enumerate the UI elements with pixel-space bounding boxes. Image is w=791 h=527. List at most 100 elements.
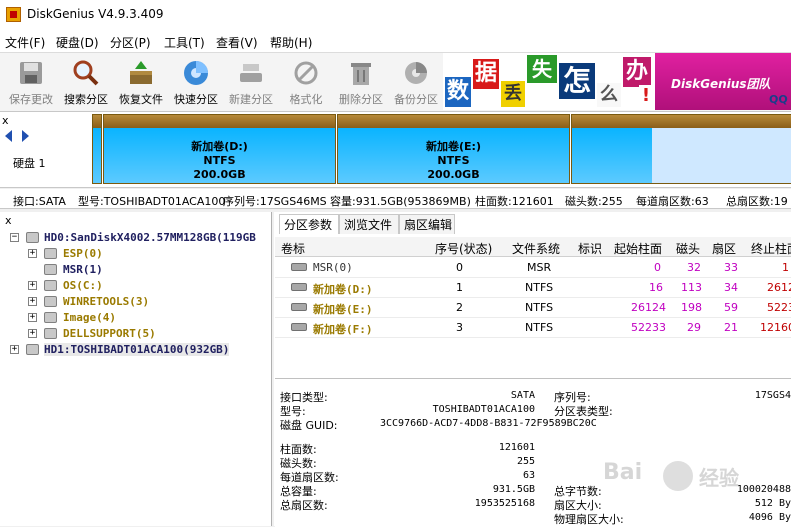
recover-files-button[interactable]: 恢复文件: [114, 53, 168, 111]
close-icon[interactable]: x: [2, 114, 9, 127]
quick-partition-icon: [184, 61, 208, 85]
partition-fs: NTFS: [203, 154, 236, 167]
recover-box-icon: [130, 61, 152, 84]
delete-partition-button[interactable]: 删除分区: [334, 53, 388, 111]
promo-banner[interactable]: 数 据 丢 失 怎 么 办 ! DiskGenius团队 QQ: [443, 53, 791, 110]
table-row[interactable]: MSR(0) 0 MSR 0 32 33 1: [275, 258, 791, 278]
menu-view[interactable]: 查看(V): [216, 34, 258, 51]
expand-icon[interactable]: +: [28, 297, 37, 306]
partition-block-f[interactable]: [571, 114, 791, 184]
menu-disk[interactable]: 硬盘(D): [56, 34, 99, 51]
toolbar-label: 搜索分区: [64, 93, 108, 106]
column-header-sector[interactable]: 扇区: [712, 240, 736, 257]
detail-value: TOSHIBADT01ACA100: [432, 404, 535, 415]
menu-tools[interactable]: 工具(T): [164, 34, 205, 51]
menu-file[interactable]: 文件(F): [5, 34, 45, 51]
tree-item-esp[interactable]: + ESP(0): [0, 246, 270, 262]
toolbar-label: 备份分区: [394, 93, 438, 106]
backup-icon: [405, 62, 427, 84]
partition-block-d[interactable]: 新加卷(D:) NTFS 200.0GB: [103, 114, 336, 184]
cell-index: 1: [456, 281, 463, 294]
table-row[interactable]: 新加卷(E:) 2 NTFS 26124 198 59 5223: [275, 298, 791, 318]
quick-partition-button[interactable]: 快速分区: [169, 53, 223, 111]
tree-item-label: Image(4): [63, 311, 116, 324]
disk-icon: [26, 344, 39, 355]
next-disk-icon[interactable]: [22, 130, 29, 142]
cell-label: 新加卷(E:): [313, 303, 373, 316]
watermark-text: Bai: [603, 460, 643, 485]
cell-end-cyl: 12160: [760, 321, 791, 334]
cell-start-cyl: 52233: [631, 321, 666, 334]
tab-partition-params[interactable]: 分区参数: [279, 214, 339, 234]
collapse-icon[interactable]: −: [10, 233, 19, 242]
toolbar-label: 快速分区: [174, 93, 218, 106]
cell-start-cyl: 26124: [631, 301, 666, 314]
column-header-index[interactable]: 序号(状态): [435, 240, 492, 257]
tree-item-hd0[interactable]: − HD0:SanDiskX4002.57MM128GB(119GB: [0, 230, 270, 246]
cell-fs: NTFS: [525, 301, 554, 314]
save-changes-button[interactable]: 保存更改: [4, 53, 58, 111]
expand-icon[interactable]: +: [28, 329, 37, 338]
tab-browse-files[interactable]: 浏览文件: [339, 214, 399, 234]
disk-details: 接口类型: SATA 型号: TOSHIBADT01ACA100 磁盘 GUID…: [275, 378, 791, 527]
cell-label: 新加卷(F:): [313, 323, 373, 336]
partition-icon: [44, 328, 57, 339]
menu-partition[interactable]: 分区(P): [110, 34, 151, 51]
magnifier-icon: [73, 60, 99, 86]
tree-item-hd1[interactable]: + HD1:TOSHIBADT01ACA100(932GB): [0, 342, 270, 358]
tree-item-label: WINRETOOLS(3): [63, 295, 150, 308]
detail-label: 总扇区数:: [280, 499, 328, 512]
detail-value: 1953525168: [474, 498, 535, 509]
column-header-start-cyl[interactable]: 起始柱面: [614, 240, 662, 257]
expand-icon[interactable]: +: [28, 249, 37, 258]
format-button[interactable]: 格式化: [279, 53, 333, 111]
paw-icon: [663, 461, 693, 491]
cell-start-cyl: 0: [654, 261, 661, 274]
column-header-id[interactable]: 标识: [578, 240, 602, 257]
menu-help[interactable]: 帮助(H): [270, 34, 312, 51]
banner-text: DiskGenius团队: [671, 77, 771, 91]
tab-sector-edit[interactable]: 扇区编辑: [399, 214, 455, 234]
tree-item-winretools[interactable]: + WINRETOOLS(3): [0, 294, 270, 310]
partition-block-msr[interactable]: [92, 114, 102, 184]
previous-disk-icon[interactable]: [5, 130, 12, 142]
toolbar-label: 格式化: [289, 93, 323, 106]
partition-fs: NTFS: [437, 154, 470, 167]
window-title: DiskGenius V4.9.3.409: [27, 7, 164, 21]
cell-head: 113: [681, 281, 702, 294]
tree-item-label: OS(C:): [63, 279, 103, 292]
banner-qq: QQ: [769, 93, 788, 106]
cell-fs: NTFS: [525, 321, 554, 334]
partition-header: [104, 115, 335, 128]
banner-char: 数: [445, 77, 471, 107]
watermark-text: 经验: [699, 466, 739, 490]
tree-item-label: DELLSUPPORT(5): [63, 327, 156, 340]
close-icon[interactable]: x: [5, 214, 12, 227]
cell-sector: 34: [724, 281, 738, 294]
column-header-head[interactable]: 磁头: [676, 240, 700, 257]
tree-item-label: MSR(1): [63, 263, 103, 276]
toolbar-label: 新建分区: [229, 93, 273, 106]
expand-icon[interactable]: +: [28, 281, 37, 290]
column-header-fs[interactable]: 文件系统: [512, 240, 560, 257]
column-header-end-cyl[interactable]: 终止柱面: [751, 240, 791, 257]
expand-icon[interactable]: +: [10, 345, 19, 354]
banner-char: 办: [623, 57, 651, 87]
toolbar-label: 保存更改: [9, 93, 53, 106]
disk-info-line: 接口:SATA 型号:TOSHIBADT01ACA100 序列号:17SGS46…: [0, 189, 791, 209]
tree-item-os[interactable]: + OS(C:): [0, 278, 270, 294]
tree-item-dellsupport[interactable]: + DELLSUPPORT(5): [0, 326, 270, 342]
table-row[interactable]: 新加卷(D:) 1 NTFS 16 113 34 2612: [275, 278, 791, 298]
tree-item-label: HD1:TOSHIBADT01ACA100(932GB): [44, 343, 230, 356]
backup-partition-button[interactable]: 备份分区: [389, 53, 443, 111]
info-heads: 磁头数:255: [565, 195, 623, 208]
new-partition-button[interactable]: 新建分区: [224, 53, 278, 111]
tree-item-msr[interactable]: MSR(1): [0, 262, 270, 278]
partition-block-e[interactable]: 新加卷(E:) NTFS 200.0GB: [337, 114, 570, 184]
expand-icon[interactable]: +: [28, 313, 37, 322]
table-row[interactable]: 新加卷(F:) 3 NTFS 52233 29 21 12160: [275, 318, 791, 338]
column-header-label[interactable]: 卷标: [281, 240, 305, 257]
tree-item-image[interactable]: + Image(4): [0, 310, 270, 326]
search-partition-button[interactable]: 搜索分区: [59, 53, 113, 111]
cell-index: 2: [456, 301, 463, 314]
